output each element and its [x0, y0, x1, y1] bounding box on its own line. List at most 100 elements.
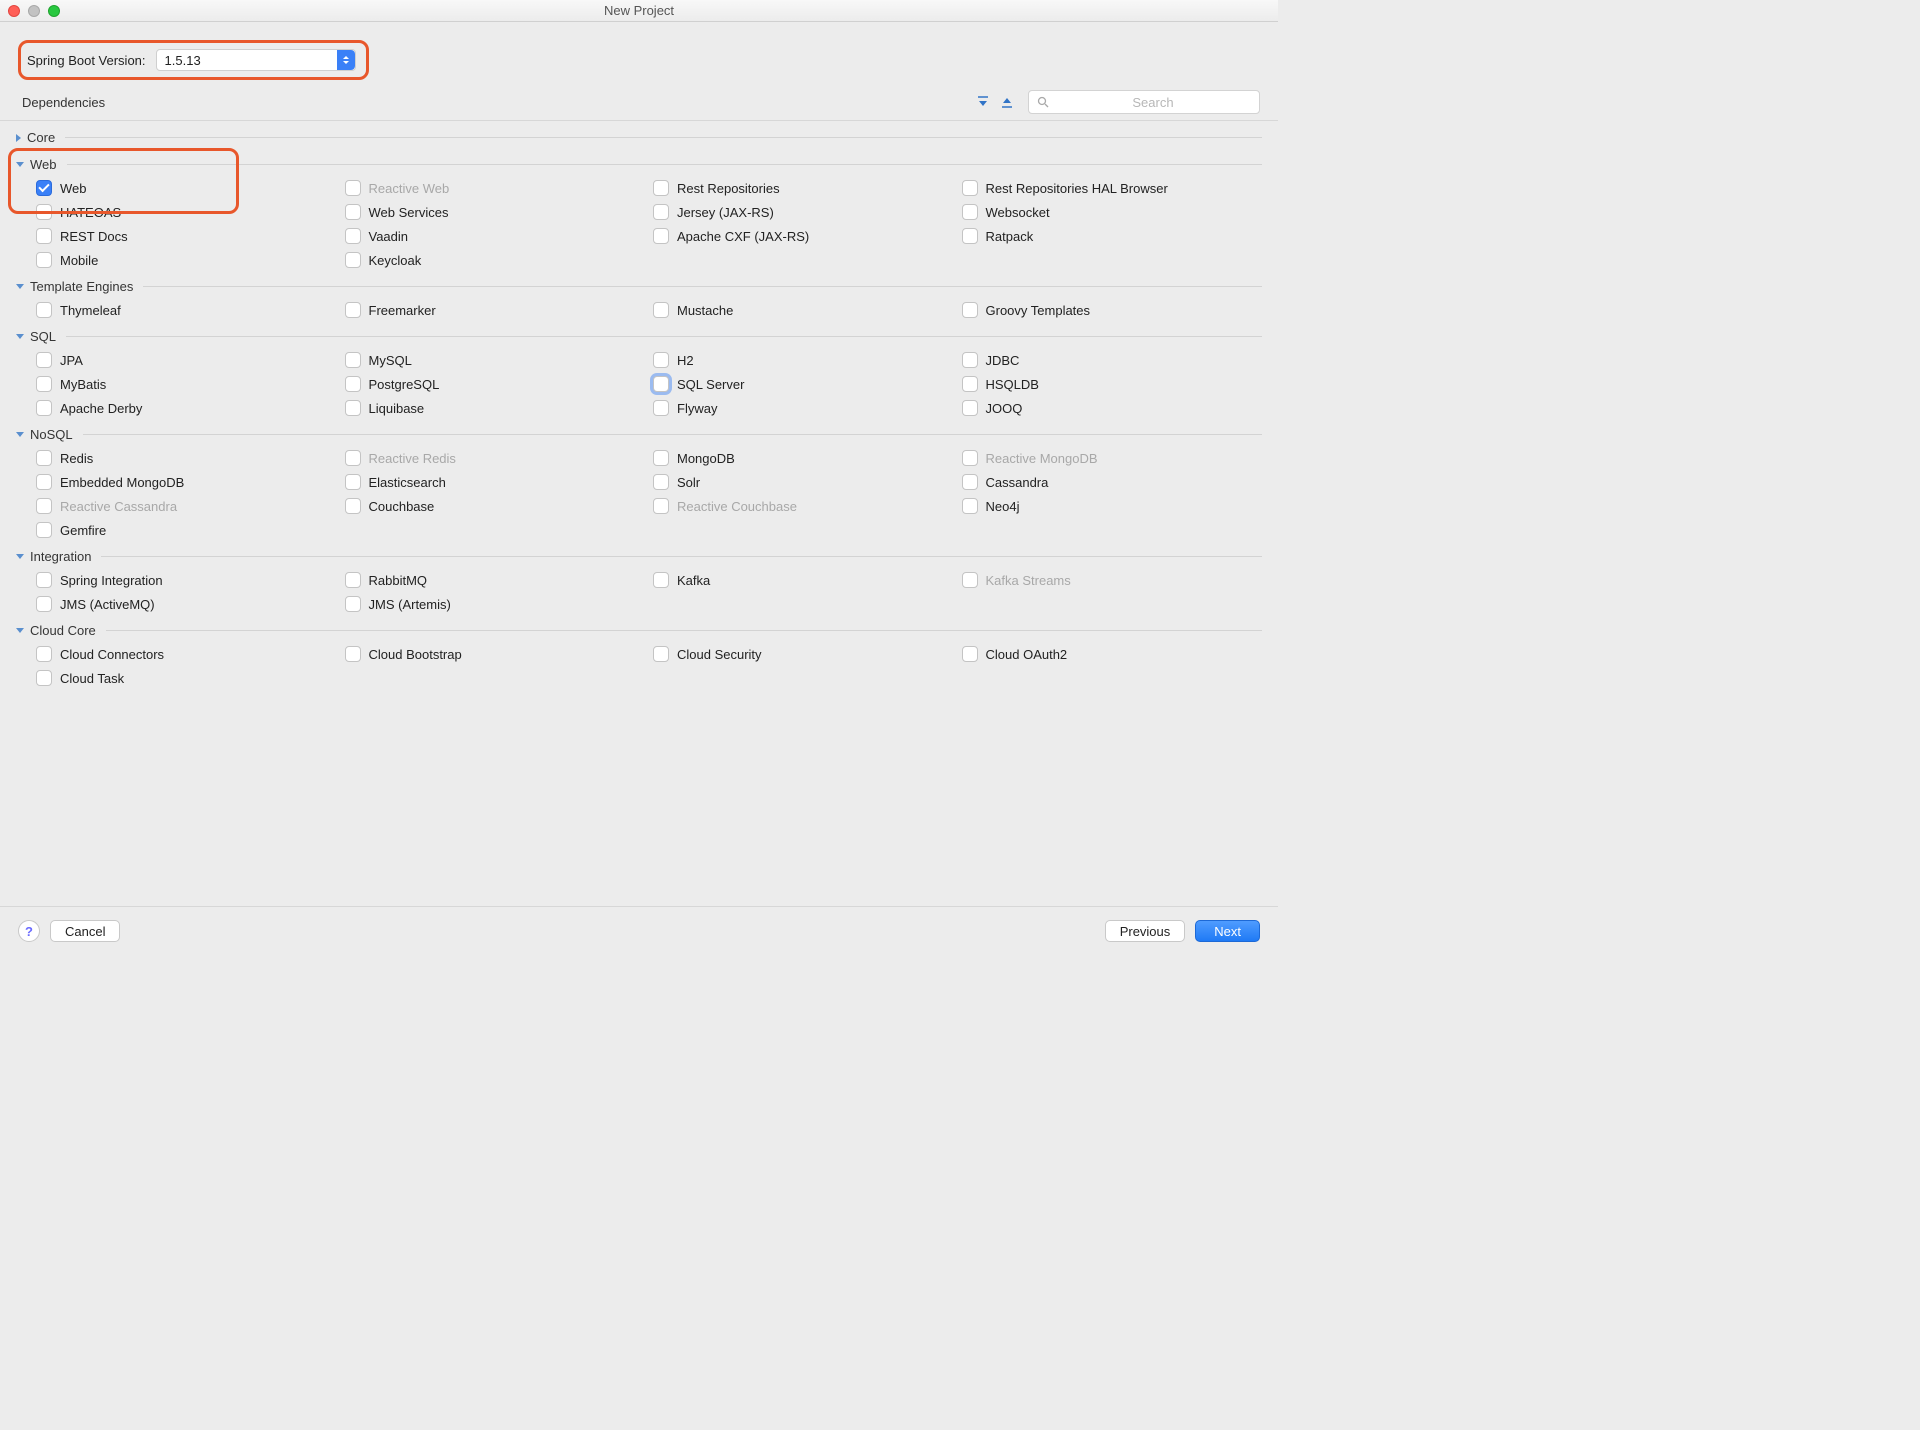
checkbox-liquibase[interactable]: [345, 400, 361, 416]
next-button[interactable]: Next: [1195, 920, 1260, 942]
checkbox-websocket[interactable]: [962, 204, 978, 220]
checkbox-jpa[interactable]: [36, 352, 52, 368]
dependency-item-hsqldb[interactable]: HSQLDB: [962, 376, 1263, 392]
dependency-item-web-services[interactable]: Web Services: [345, 204, 646, 220]
category-header-core[interactable]: Core: [16, 127, 1262, 148]
checkbox-jdbc[interactable]: [962, 352, 978, 368]
dependency-item-embedded-mongodb[interactable]: Embedded MongoDB: [36, 474, 337, 490]
dependency-item-redis[interactable]: Redis: [36, 450, 337, 466]
cancel-button[interactable]: Cancel: [50, 920, 120, 942]
checkbox-mysql[interactable]: [345, 352, 361, 368]
checkbox-hateoas[interactable]: [36, 204, 52, 220]
checkbox-rest-repositories-hal-browser[interactable]: [962, 180, 978, 196]
dependency-item-rest-repositories-hal-browser[interactable]: Rest Repositories HAL Browser: [962, 180, 1263, 196]
checkbox-hsqldb[interactable]: [962, 376, 978, 392]
checkbox-flyway[interactable]: [653, 400, 669, 416]
checkbox-thymeleaf[interactable]: [36, 302, 52, 318]
checkbox-cassandra[interactable]: [962, 474, 978, 490]
dependency-item-rabbitmq[interactable]: RabbitMQ: [345, 572, 646, 588]
checkbox-jms-activemq[interactable]: [36, 596, 52, 612]
checkbox-cloud-oauth2[interactable]: [962, 646, 978, 662]
checkbox-web[interactable]: [36, 180, 52, 196]
help-button[interactable]: ?: [18, 920, 40, 942]
search-input[interactable]: [1055, 95, 1251, 110]
dependency-item-web[interactable]: Web: [36, 180, 337, 196]
dependency-item-hateoas[interactable]: HATEOAS: [36, 204, 337, 220]
expand-all-button[interactable]: [974, 93, 992, 111]
checkbox-rest-docs[interactable]: [36, 228, 52, 244]
dependency-item-apache-derby[interactable]: Apache Derby: [36, 400, 337, 416]
checkbox-gemfire[interactable]: [36, 522, 52, 538]
category-header-nosql[interactable]: NoSQL: [16, 424, 1262, 445]
dependency-item-mybatis[interactable]: MyBatis: [36, 376, 337, 392]
dependency-item-cloud-task[interactable]: Cloud Task: [36, 670, 337, 686]
dependency-item-cloud-connectors[interactable]: Cloud Connectors: [36, 646, 337, 662]
checkbox-cloud-bootstrap[interactable]: [345, 646, 361, 662]
checkbox-vaadin[interactable]: [345, 228, 361, 244]
dependency-item-keycloak[interactable]: Keycloak: [345, 252, 646, 268]
checkbox-jersey-jax-rs[interactable]: [653, 204, 669, 220]
dependency-item-sql-server[interactable]: SQL Server: [653, 376, 954, 392]
dependency-item-jms-artemis[interactable]: JMS (Artemis): [345, 596, 646, 612]
category-header-cloud-core[interactable]: Cloud Core: [16, 620, 1262, 641]
checkbox-rest-repositories[interactable]: [653, 180, 669, 196]
category-header-sql[interactable]: SQL: [16, 326, 1262, 347]
checkbox-freemarker[interactable]: [345, 302, 361, 318]
dependency-item-jdbc[interactable]: JDBC: [962, 352, 1263, 368]
dependency-item-neo4j[interactable]: Neo4j: [962, 498, 1263, 514]
dependency-item-spring-integration[interactable]: Spring Integration: [36, 572, 337, 588]
checkbox-h2[interactable]: [653, 352, 669, 368]
dependency-item-mongodb[interactable]: MongoDB: [653, 450, 954, 466]
checkbox-neo4j[interactable]: [962, 498, 978, 514]
dependency-item-h2[interactable]: H2: [653, 352, 954, 368]
dependency-item-groovy-templates[interactable]: Groovy Templates: [962, 302, 1263, 318]
checkbox-jooq[interactable]: [962, 400, 978, 416]
dependency-item-jersey-jax-rs[interactable]: Jersey (JAX-RS): [653, 204, 954, 220]
dependency-item-rest-repositories[interactable]: Rest Repositories: [653, 180, 954, 196]
dependency-item-jms-activemq[interactable]: JMS (ActiveMQ): [36, 596, 337, 612]
dependency-item-thymeleaf[interactable]: Thymeleaf: [36, 302, 337, 318]
dependency-item-solr[interactable]: Solr: [653, 474, 954, 490]
dependency-item-elasticsearch[interactable]: Elasticsearch: [345, 474, 646, 490]
collapse-all-button[interactable]: [998, 93, 1016, 111]
dependency-item-websocket[interactable]: Websocket: [962, 204, 1263, 220]
checkbox-embedded-mongodb[interactable]: [36, 474, 52, 490]
checkbox-mybatis[interactable]: [36, 376, 52, 392]
checkbox-sql-server[interactable]: [653, 376, 669, 392]
spring-boot-version-select[interactable]: 1.5.13: [156, 49, 356, 71]
checkbox-web-services[interactable]: [345, 204, 361, 220]
dependency-item-vaadin[interactable]: Vaadin: [345, 228, 646, 244]
checkbox-kafka[interactable]: [653, 572, 669, 588]
dependency-item-liquibase[interactable]: Liquibase: [345, 400, 646, 416]
window-zoom-button[interactable]: [48, 5, 60, 17]
checkbox-solr[interactable]: [653, 474, 669, 490]
dependency-item-jpa[interactable]: JPA: [36, 352, 337, 368]
dependency-item-cloud-security[interactable]: Cloud Security: [653, 646, 954, 662]
checkbox-cloud-security[interactable]: [653, 646, 669, 662]
dependency-item-kafka[interactable]: Kafka: [653, 572, 954, 588]
checkbox-groovy-templates[interactable]: [962, 302, 978, 318]
checkbox-apache-derby[interactable]: [36, 400, 52, 416]
category-header-integration[interactable]: Integration: [16, 546, 1262, 567]
dependency-item-jooq[interactable]: JOOQ: [962, 400, 1263, 416]
dependency-item-couchbase[interactable]: Couchbase: [345, 498, 646, 514]
dependency-item-apache-cxf-jax-rs[interactable]: Apache CXF (JAX-RS): [653, 228, 954, 244]
checkbox-mongodb[interactable]: [653, 450, 669, 466]
checkbox-keycloak[interactable]: [345, 252, 361, 268]
dependency-item-cloud-bootstrap[interactable]: Cloud Bootstrap: [345, 646, 646, 662]
dependency-item-mobile[interactable]: Mobile: [36, 252, 337, 268]
dependency-item-mysql[interactable]: MySQL: [345, 352, 646, 368]
category-header-web[interactable]: Web: [16, 154, 1262, 175]
checkbox-jms-artemis[interactable]: [345, 596, 361, 612]
checkbox-cloud-connectors[interactable]: [36, 646, 52, 662]
search-box[interactable]: [1028, 90, 1260, 114]
dependency-item-postgresql[interactable]: PostgreSQL: [345, 376, 646, 392]
checkbox-mustache[interactable]: [653, 302, 669, 318]
checkbox-postgresql[interactable]: [345, 376, 361, 392]
checkbox-elasticsearch[interactable]: [345, 474, 361, 490]
dependency-item-mustache[interactable]: Mustache: [653, 302, 954, 318]
checkbox-rabbitmq[interactable]: [345, 572, 361, 588]
window-minimize-button[interactable]: [28, 5, 40, 17]
checkbox-ratpack[interactable]: [962, 228, 978, 244]
dependency-item-gemfire[interactable]: Gemfire: [36, 522, 337, 538]
